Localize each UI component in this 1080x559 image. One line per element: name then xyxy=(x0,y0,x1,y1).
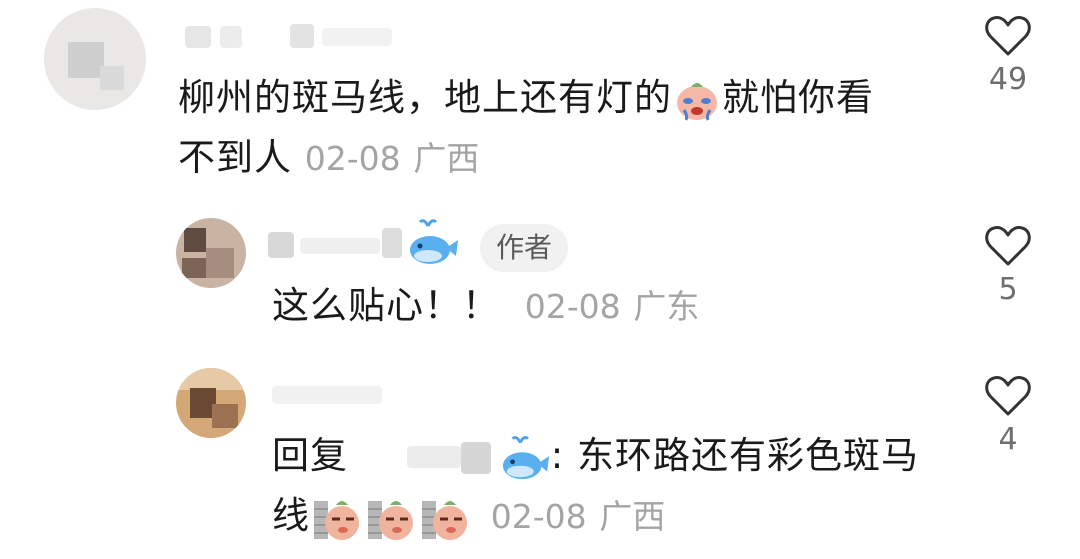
avatar[interactable] xyxy=(176,368,246,438)
peeking-face-emoji xyxy=(366,495,416,541)
comment-location: 广西 xyxy=(413,139,480,178)
reply-prefix: 回复 xyxy=(272,434,348,477)
comment-location: 广西 xyxy=(599,497,666,536)
heart-icon xyxy=(985,376,1031,416)
like-button[interactable]: 4 xyxy=(978,374,1038,457)
comment-date: 02-08 xyxy=(304,139,401,178)
peeking-face-emoji xyxy=(420,495,470,541)
comment-location: 广东 xyxy=(633,287,700,326)
comment-date: 02-08 xyxy=(490,497,587,536)
whale-emoji xyxy=(408,216,460,268)
comment-text: 这么贴心！！ 02-08 广东 xyxy=(272,284,700,327)
like-button[interactable]: 5 xyxy=(978,224,1038,307)
heart-icon xyxy=(985,226,1031,266)
like-count: 49 xyxy=(988,62,1028,97)
like-button[interactable]: 49 xyxy=(978,14,1038,97)
comment-date: 02-08 xyxy=(524,287,621,326)
avatar[interactable] xyxy=(176,218,246,288)
comment-text-line2: 不到人 02-08 广西 xyxy=(178,136,480,179)
whale-emoji xyxy=(501,433,551,483)
like-count: 5 xyxy=(998,272,1018,307)
like-count: 4 xyxy=(998,422,1018,457)
comment-text: 回复 : 东环路还有彩色斑马 xyxy=(272,426,919,486)
comment-text: 柳州的斑马线，地上还有灯的 就怕你看 xyxy=(178,68,874,128)
comment-text-line2: 线 02-08 广西 xyxy=(272,486,665,547)
crying-face-emoji xyxy=(674,78,720,122)
peeking-face-emoji xyxy=(312,495,362,541)
avatar[interactable] xyxy=(44,8,146,110)
heart-icon xyxy=(985,16,1031,56)
author-badge: 作者 xyxy=(480,224,569,272)
reply-username-blurred[interactable] xyxy=(361,438,501,478)
